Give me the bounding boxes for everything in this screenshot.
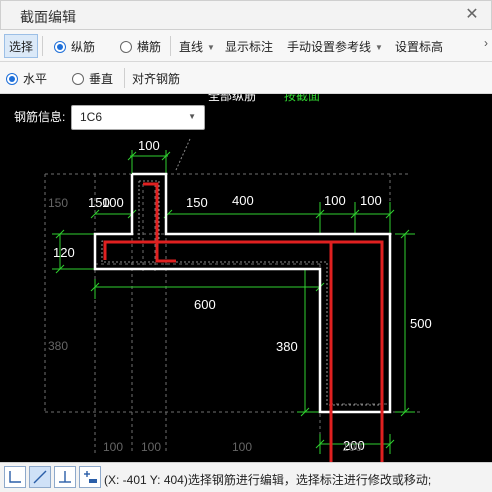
- dim-100-r2: 100: [360, 193, 382, 208]
- dim-top-100: 100: [138, 138, 160, 153]
- status-text: (X: -401 Y: 404)选择钢筋进行编辑，选择标注进行修改或移动;: [104, 473, 432, 487]
- stirrup-radio[interactable]: 横筋: [120, 38, 161, 55]
- longitudinal-label: 纵筋: [71, 40, 96, 54]
- dim-120: 120: [53, 245, 75, 260]
- toolbar-secondary: 水平 垂直 对齐钢筋: [0, 62, 492, 94]
- select-button[interactable]: 选择: [4, 34, 39, 58]
- dim-600: 600: [194, 297, 216, 312]
- toolbar-primary: 选择 纵筋 横筋 直线 ▼ 显示标注 手动设置参考线 ▼ 设置标高 ›: [0, 30, 492, 62]
- dim-500: 500: [410, 316, 432, 331]
- all-longitudinal-text: 全部纵筋: [208, 94, 256, 103]
- dim-380-mid: 380: [276, 339, 298, 354]
- add-point-icon[interactable]: [79, 466, 101, 488]
- radio-unchecked-icon: [72, 73, 84, 85]
- dim-150-right: 150: [186, 195, 208, 210]
- rebar-main: [103, 240, 384, 462]
- dim-400: 400: [232, 193, 254, 208]
- manual-ref-label: 手动设置参考线: [287, 40, 372, 54]
- section-drawing[interactable]: 全部纵筋 按截面 100 150 100 150 400 100 100 120…: [0, 94, 492, 462]
- chevron-down-icon: ▼: [188, 112, 196, 121]
- rebar-info-label: 钢筋信息:: [14, 110, 66, 124]
- close-icon[interactable]: ✕: [463, 6, 481, 24]
- dim-100-left: 100: [102, 195, 124, 210]
- by-section-text: 按截面: [284, 94, 320, 103]
- align-rebar-button[interactable]: 对齐钢筋: [132, 70, 180, 87]
- vertical-label: 垂直: [89, 72, 114, 86]
- grid-bottom-100-d: 100: [342, 440, 362, 454]
- line-label: 直线: [179, 40, 204, 54]
- chevron-down-icon: ▼: [207, 43, 215, 52]
- separator: [170, 36, 171, 56]
- manual-reference-line-dropdown[interactable]: 手动设置参考线 ▼: [287, 38, 383, 55]
- horizontal-radio[interactable]: 水平: [6, 70, 47, 87]
- diagonal-line-icon[interactable]: [29, 466, 51, 488]
- cover-lines: [101, 180, 384, 406]
- leader-line: [175, 138, 191, 171]
- grid-bottom-100-b: 100: [141, 440, 161, 454]
- rebar-group[interactable]: [103, 182, 384, 462]
- line-dropdown[interactable]: 直线 ▼: [179, 38, 215, 55]
- grid-bottom-100-c: 100: [232, 440, 252, 454]
- rebar-info-select[interactable]: 1C6 ▼: [71, 105, 205, 130]
- separator: [42, 36, 43, 56]
- horizontal-label: 水平: [23, 72, 48, 86]
- rebar-info-value: 1C6: [80, 110, 103, 124]
- title-bar: 截面编辑 ✕: [0, 0, 492, 30]
- longitudinal-radio[interactable]: 纵筋: [54, 38, 95, 55]
- rebar-vertical: [143, 182, 176, 263]
- vertical-radio[interactable]: 垂直: [72, 70, 113, 87]
- dim-100-r1: 100: [324, 193, 346, 208]
- perpendicular-icon[interactable]: [54, 466, 76, 488]
- radio-checked-icon: [6, 73, 18, 85]
- drawing-canvas[interactable]: 全部纵筋 按截面 100 150 100 150 400 100 100 120…: [0, 94, 492, 462]
- dimension-labels[interactable]: 100 150 100 150 400 100 100 120 600 380 …: [53, 138, 432, 453]
- grid-380-left: 380: [48, 339, 68, 353]
- show-dimension-button[interactable]: 显示标注: [225, 38, 273, 55]
- chevron-down-icon: ▼: [375, 43, 383, 52]
- radio-unchecked-icon: [120, 41, 132, 53]
- radio-checked-icon: [54, 41, 66, 53]
- chevron-right-icon[interactable]: ›: [484, 36, 488, 50]
- status-bar: (X: -401 Y: 404)选择钢筋进行编辑，选择标注进行修改或移动;: [0, 462, 492, 492]
- separator: [124, 68, 125, 88]
- set-elevation-button[interactable]: 设置标高: [395, 38, 443, 55]
- grid-bottom-100-a: 100: [103, 440, 123, 454]
- window-title: 截面编辑: [20, 9, 76, 25]
- ortho-corner-icon[interactable]: [4, 466, 26, 488]
- stirrup-label: 横筋: [137, 40, 162, 54]
- grid-left-150: 150: [48, 196, 68, 210]
